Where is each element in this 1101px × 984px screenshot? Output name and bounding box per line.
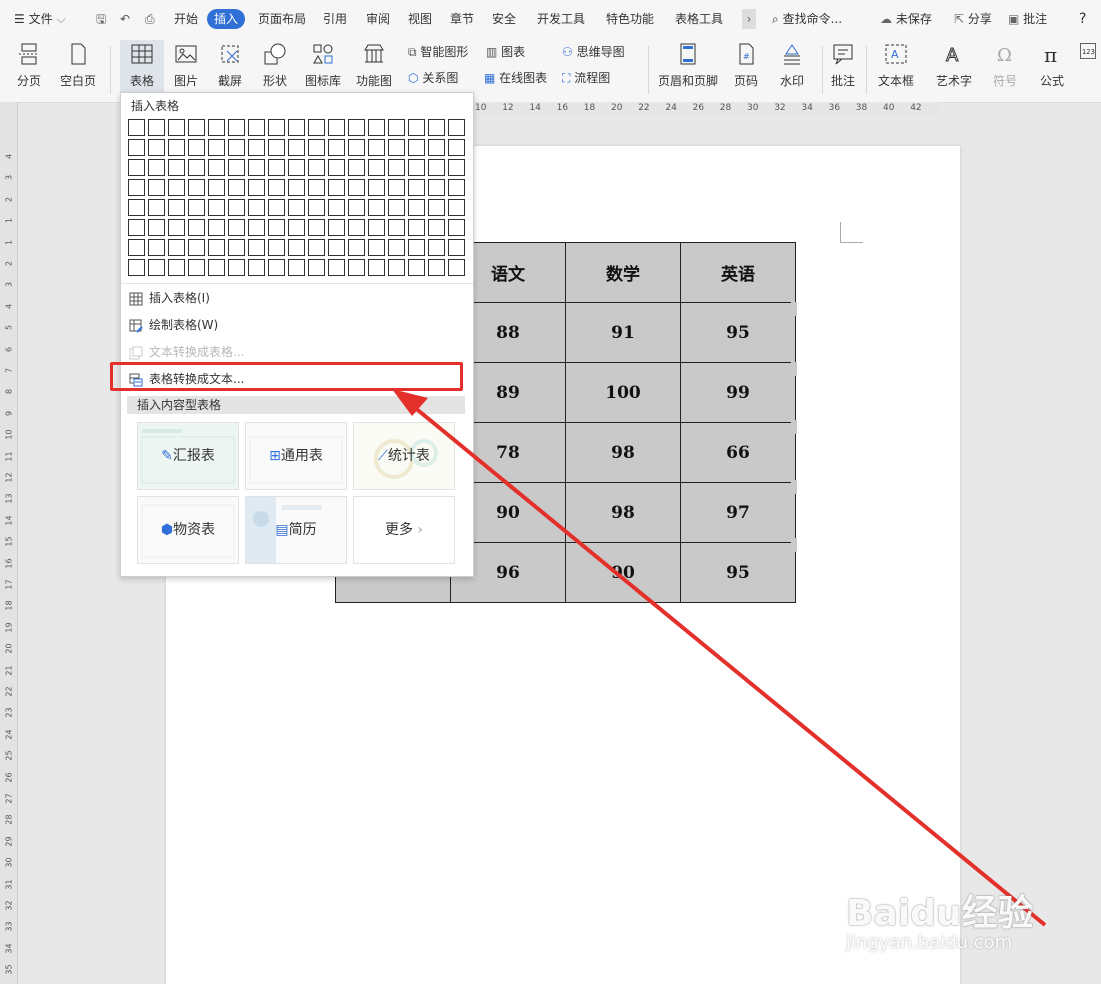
line-chart-icon: ⟋ <box>378 448 388 464</box>
baidu-watermark-logo: Baidu经验 <box>846 893 1034 934</box>
person-card-icon: ▤ <box>275 522 289 538</box>
chevron-right-icon: › <box>417 522 424 538</box>
edit-icon: ✎ <box>161 448 173 464</box>
red-arrow-annotation <box>392 389 1047 927</box>
cube-icon: ⬢ <box>160 522 174 538</box>
grid-icon: ⊞ <box>269 448 281 464</box>
baidu-watermark-url: jingyan.baidu.com <box>846 932 1013 953</box>
